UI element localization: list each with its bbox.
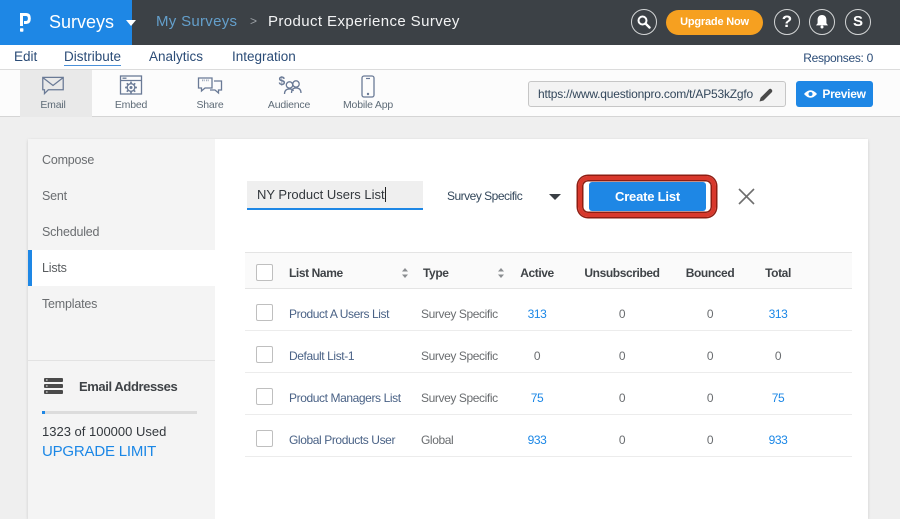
svg-text:$: $ — [279, 75, 286, 88]
svg-text:": " — [202, 79, 205, 88]
svg-text:": " — [206, 79, 209, 88]
